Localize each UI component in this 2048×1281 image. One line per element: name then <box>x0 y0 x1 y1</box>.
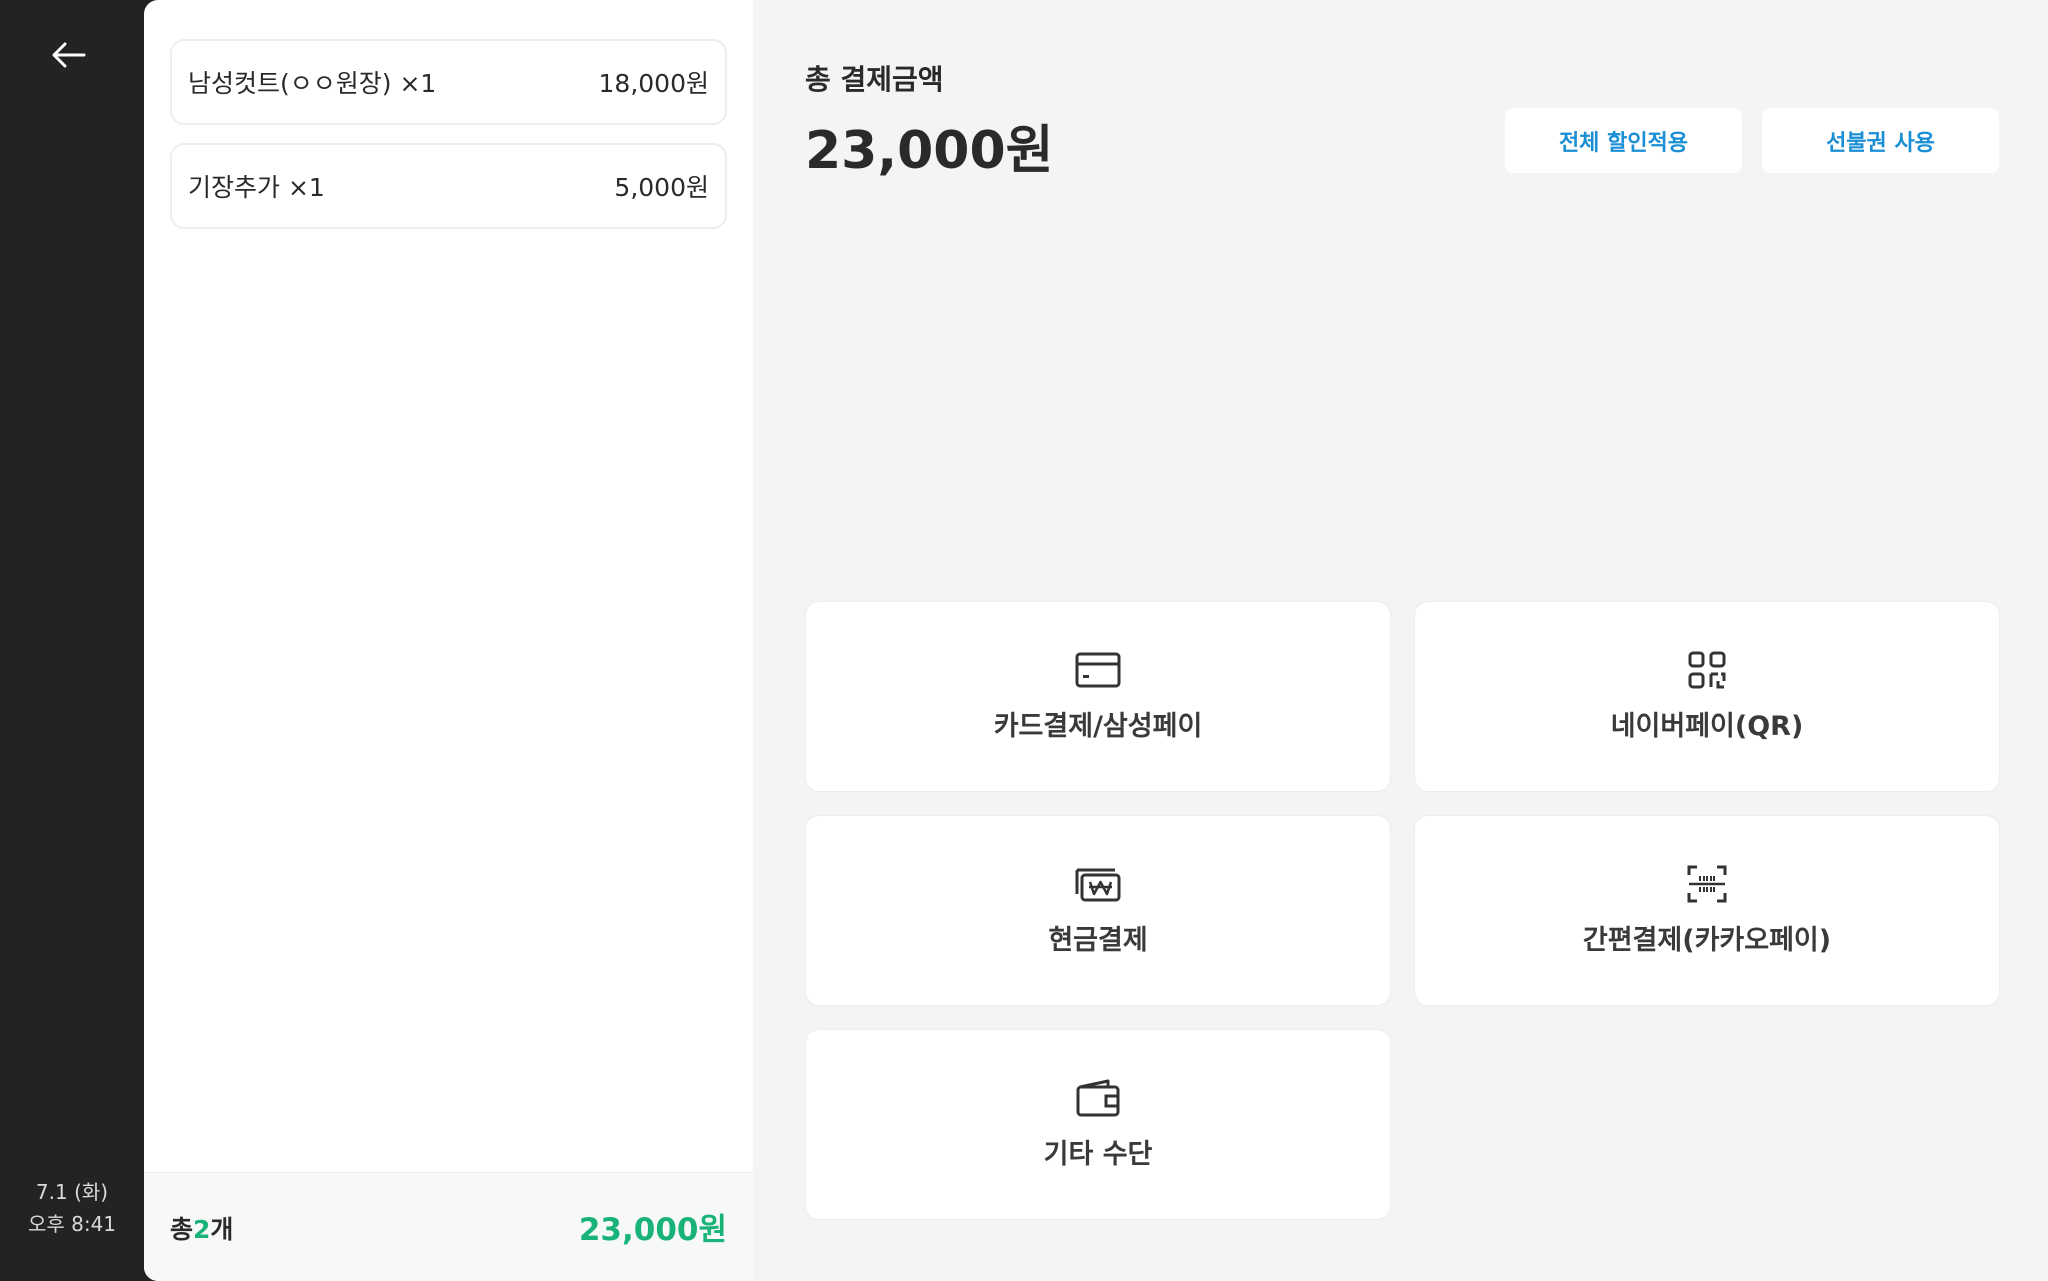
credit-card-icon <box>1074 650 1122 690</box>
item-count: 총2개 <box>170 1210 233 1246</box>
order-item-price: 18,000원 <box>598 69 709 98</box>
qr-code-icon <box>1683 650 1731 690</box>
naverpay-qr-button[interactable]: 네이버페이(QR) <box>1414 601 2000 792</box>
order-item[interactable]: 기장추가 ×1 5,000원 <box>170 143 727 229</box>
cash-payment-label: 현금결제 <box>1048 925 1148 956</box>
side-rail: 7.1 (화) 오후 8:41 <box>0 0 144 1281</box>
payment-area: 총 결제금액 23,000원 전체 할인적용 선불권 사용 카드결제/삼성페이 <box>753 0 2048 1281</box>
cash-won-icon <box>1074 864 1122 904</box>
total-payment-label: 총 결제금액 <box>805 63 944 96</box>
naverpay-qr-label: 네이버페이(QR) <box>1610 711 1804 742</box>
order-panel: 남성컷트(ㅇㅇ원장) ×1 18,000원 기장추가 ×1 5,000원 총2개… <box>144 0 753 1281</box>
use-prepaid-button[interactable]: 선불권 사용 <box>1762 108 1999 173</box>
order-item-price: 5,000원 <box>614 173 709 202</box>
arrow-left-icon <box>52 42 86 68</box>
apply-discount-button[interactable]: 전체 할인적용 <box>1505 108 1742 173</box>
card-payment-button[interactable]: 카드결제/삼성페이 <box>805 601 1391 792</box>
rail-time: 오후 8:41 <box>27 1212 117 1236</box>
other-method-label: 기타 수단 <box>1043 1139 1153 1170</box>
total-payment-amount: 23,000원 <box>805 121 1054 181</box>
order-total: 23,000원 <box>578 1212 727 1248</box>
card-payment-label: 카드결제/삼성페이 <box>993 711 1203 742</box>
rail-datetime: 7.1 (화) 오후 8:41 <box>0 1176 144 1240</box>
wallet-icon <box>1074 1078 1122 1118</box>
item-count-value: 2 <box>193 1215 211 1244</box>
back-button[interactable] <box>44 30 94 80</box>
barcode-scan-icon <box>1683 864 1731 904</box>
other-method-button[interactable]: 기타 수단 <box>805 1029 1391 1220</box>
cash-payment-button[interactable]: 현금결제 <box>805 815 1391 1006</box>
order-item-name: 남성컷트(ㅇㅇ원장) ×1 <box>188 69 437 98</box>
order-item[interactable]: 남성컷트(ㅇㅇ원장) ×1 18,000원 <box>170 39 727 125</box>
order-item-name: 기장추가 ×1 <box>188 173 325 202</box>
rail-date: 7.1 (화) <box>35 1180 109 1204</box>
order-summary-footer: 총2개 23,000원 <box>144 1172 753 1281</box>
kakaopay-button[interactable]: 간편결제(카카오페이) <box>1414 815 2000 1006</box>
item-count-suffix: 개 <box>210 1215 234 1244</box>
item-count-prefix: 총 <box>170 1215 194 1244</box>
pos-payment-screen: 7.1 (화) 오후 8:41 남성컷트(ㅇㅇ원장) ×1 18,000원 기장… <box>0 0 2048 1281</box>
kakaopay-label: 간편결제(카카오페이) <box>1582 925 1832 956</box>
